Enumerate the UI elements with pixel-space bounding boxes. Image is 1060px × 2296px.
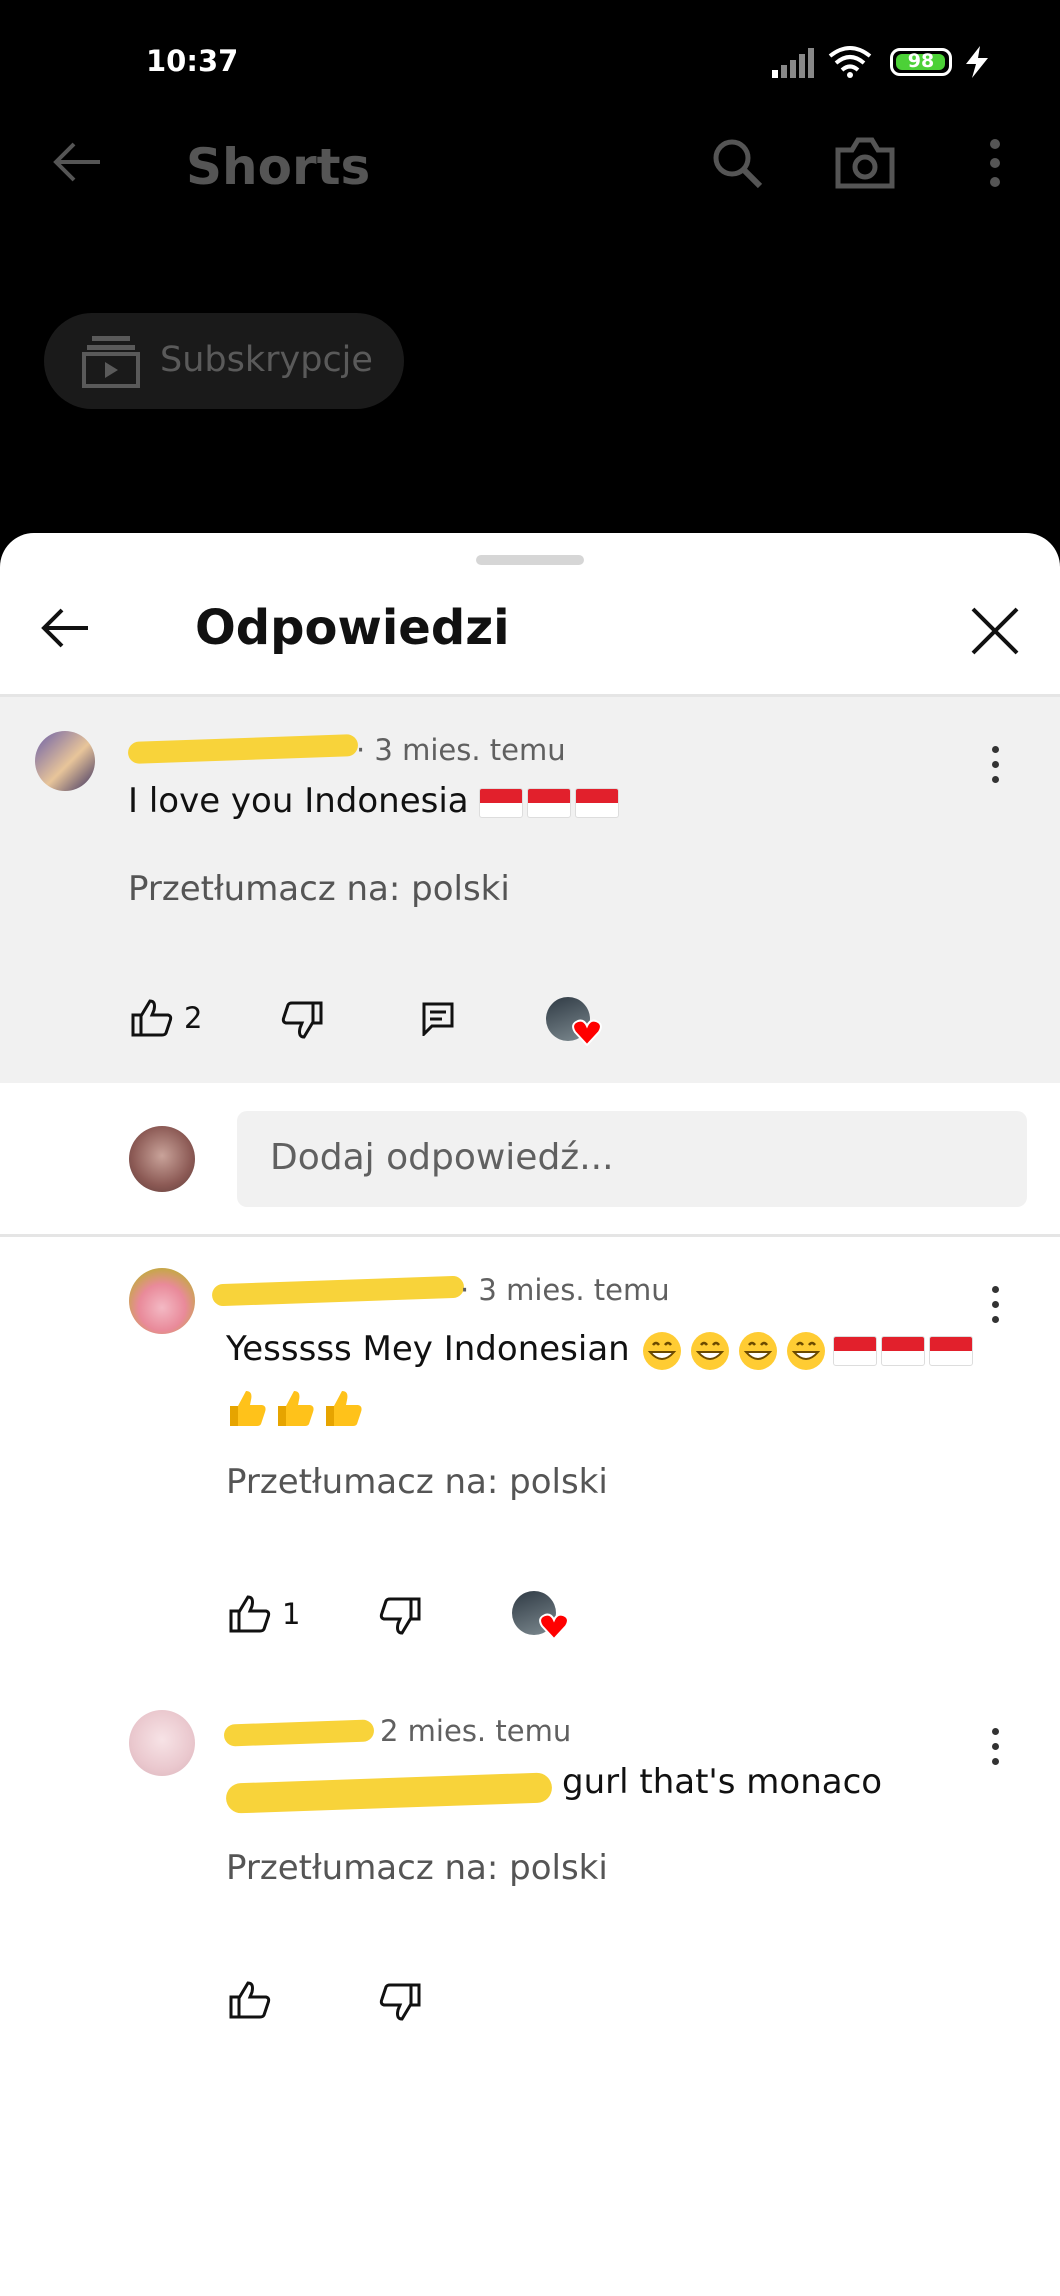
translate-link[interactable]: Przetłumacz na: polski [226,1462,608,1502]
page-title: Shorts [186,138,371,196]
sheet-title: Odpowiedzi [195,600,510,656]
thumbs-up-emoji-icon [326,1390,362,1426]
heart-icon [539,1613,569,1640]
like-count: 1 [282,1597,301,1631]
dislike-icon[interactable] [378,1982,422,2022]
like-count: 2 [184,1001,203,1035]
comment-menu-icon[interactable] [992,1286,999,1331]
comment-time: · 3 mies. temu [460,1273,670,1307]
indonesia-flag-icon [575,787,620,818]
avatar[interactable] [35,731,95,791]
subscriptions-icon [82,336,140,388]
battery-icon: 98 [890,48,952,76]
translate-link[interactable]: Przetłumacz na: polski [128,869,510,909]
close-icon[interactable] [970,606,1020,656]
status-time: 10:37 [146,44,239,78]
search-icon[interactable] [710,136,764,190]
comment-time: 2 mies. temu [380,1714,572,1748]
comment-time: · 3 mies. temu [356,733,566,767]
comment-text: gurl that's monaco [562,1762,883,1802]
battery-level: 98 [907,50,935,72]
indonesia-flag-icon [479,787,524,818]
like-icon[interactable] [130,998,174,1038]
grin-emoji-icon [642,1331,681,1370]
sheet-back-arrow-icon[interactable] [40,606,92,650]
avatar[interactable] [129,1710,195,1776]
indonesia-flag-icon [832,1335,877,1366]
like-icon[interactable] [228,1980,272,2020]
more-options-icon[interactable] [988,138,1002,188]
subscriptions-chip-label: Subskrypcje [160,340,373,380]
indonesia-flag-icon [527,787,572,818]
indonesia-flag-icon [880,1335,925,1366]
camera-icon[interactable] [834,136,896,190]
thumbs-up-emoji-icon [278,1390,314,1426]
user-avatar [129,1126,195,1192]
comment-text-row: I love you Indonesia [128,781,623,821]
translate-link[interactable]: Przetłumacz na: polski [226,1848,608,1888]
grin-emoji-icon [738,1331,777,1370]
status-bar: 10:37 98 [0,0,1060,120]
dislike-icon[interactable] [280,1000,324,1040]
comment-text-row: Yesssss Mey Indonesian [226,1320,986,1436]
charging-icon [966,46,988,78]
comment-text: Yesssss Mey Indonesian [226,1329,630,1369]
heart-icon [572,1019,602,1046]
sheet-drag-handle[interactable] [476,555,584,565]
thumbs-up-emoji-icon [230,1390,266,1426]
avatar[interactable] [129,1268,195,1334]
grin-emoji-icon [690,1331,729,1370]
comment-menu-icon[interactable] [992,1728,999,1773]
reply-input-placeholder: Dodaj odpowiedź... [270,1137,614,1178]
input-divider [0,1234,1060,1237]
grin-emoji-icon [786,1331,825,1370]
like-icon[interactable] [228,1594,272,1634]
signal-icon [772,48,814,78]
dislike-icon[interactable] [378,1596,422,1636]
comment-text: I love you Indonesia [128,781,469,821]
reply-icon[interactable] [422,1002,454,1036]
indonesia-flag-icon [928,1335,973,1366]
comment-menu-icon[interactable] [992,746,999,791]
wifi-icon [828,46,872,78]
back-arrow-icon[interactable] [50,140,104,184]
